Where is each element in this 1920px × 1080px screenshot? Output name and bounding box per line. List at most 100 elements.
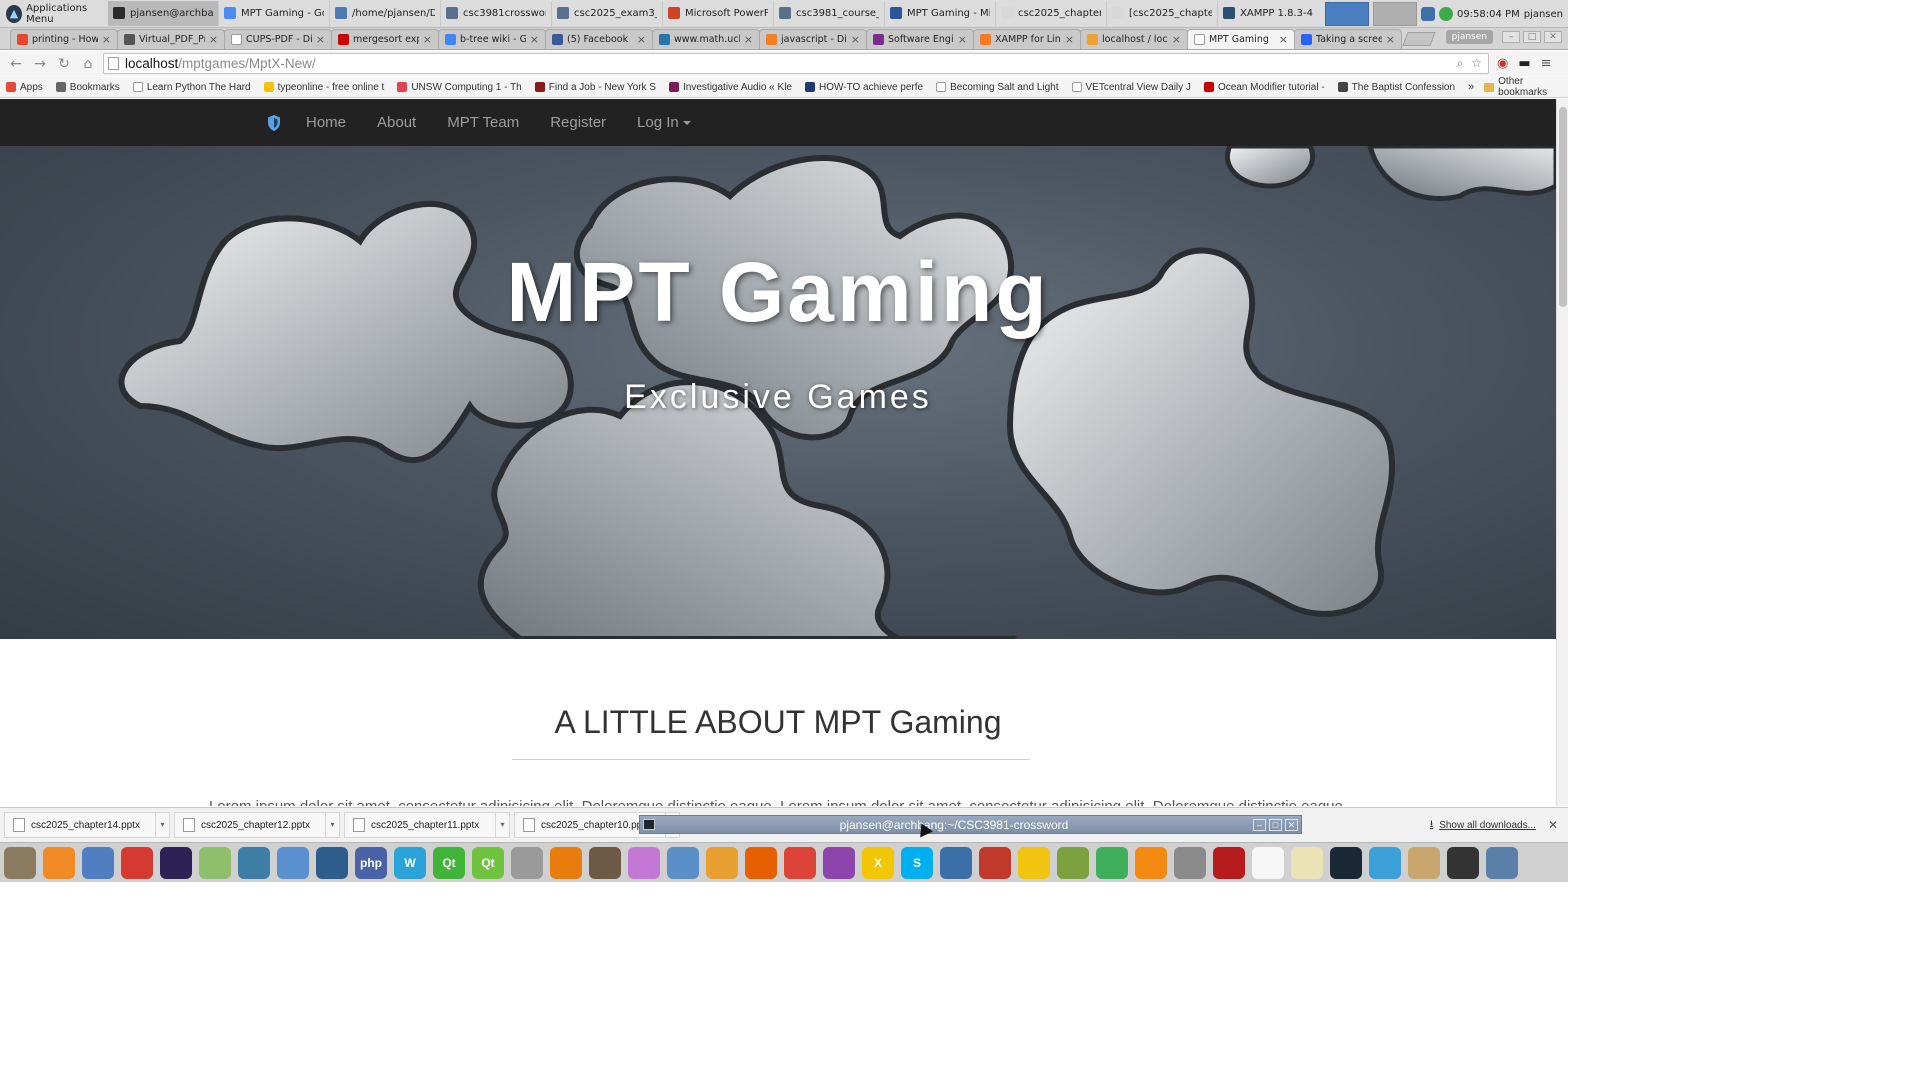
calculator-icon[interactable] (1486, 846, 1518, 879)
game-icon[interactable] (823, 846, 855, 879)
extension-red-icon[interactable]: ◉ (1497, 56, 1508, 71)
show-all-downloads-link[interactable]: ⭳ Show all downloads... (1430, 817, 1536, 834)
download-options-chevron-icon[interactable]: ▾ (155, 813, 169, 837)
pencil-icon[interactable] (706, 846, 738, 879)
applications-menu-button[interactable]: ▲ Applications Menu (0, 0, 108, 28)
taskbar-item[interactable]: MPT Gaming - Goo... (219, 0, 330, 26)
nav-login-dropdown[interactable]: Log In (637, 114, 691, 131)
color-picker-icon[interactable] (628, 846, 660, 879)
taskbar-item[interactable]: csc2025_chapter1... (996, 0, 1107, 26)
taskbar-item[interactable]: MPT Gaming - Micr... (885, 0, 996, 26)
terminal-close-icon[interactable]: ✕ (1285, 818, 1298, 831)
browser-tab[interactable]: MPT Gaming × (1187, 29, 1295, 49)
taskbar-item[interactable]: XAMPP 1.8.3-4 (1218, 0, 1329, 26)
chrome-menu-icon[interactable]: ≡ (1541, 56, 1552, 71)
swirl-icon[interactable] (277, 846, 309, 879)
x-icon[interactable]: X (862, 846, 894, 879)
dolphin-icon[interactable] (1369, 846, 1401, 879)
bookmark-item[interactable]: Find a Job - New York S (534, 82, 656, 93)
mysql-icon[interactable] (316, 846, 348, 879)
document-icon[interactable] (1252, 846, 1284, 879)
bookmark-item[interactable]: HOW-TO achieve perfe (804, 82, 923, 93)
firefox-icon[interactable] (745, 846, 777, 879)
bookmark-item[interactable]: Ocean Modifier tutorial - (1203, 82, 1325, 93)
bookmark-item[interactable]: UNSW Computing 1 - Th (397, 82, 522, 93)
pdf-icon[interactable] (1213, 846, 1245, 879)
download-item[interactable]: csc2025_chapter11.pptx ▾ (344, 812, 510, 838)
browser-tab[interactable]: Taking a screen × (1294, 29, 1402, 49)
more-bookmarks-chevron-icon[interactable]: » (1468, 81, 1474, 93)
fish-icon[interactable] (82, 846, 114, 879)
other-bookmarks-folder[interactable]: Other bookmarks (1484, 76, 1568, 98)
bookmark-item[interactable]: Investigative Audio « Kle (669, 82, 792, 93)
steam-icon[interactable] (1330, 846, 1362, 879)
vlc-icon[interactable] (1135, 846, 1167, 879)
tab-close-icon[interactable]: × (1065, 33, 1074, 46)
browser-tab[interactable]: printing - How d × (10, 29, 118, 49)
tab-close-icon[interactable]: × (1172, 33, 1181, 46)
workspace-1[interactable] (1324, 2, 1369, 26)
atom-icon[interactable] (199, 846, 231, 879)
taskbar-item[interactable]: /home/pjansen/Do... (330, 0, 441, 26)
qt-designer-icon[interactable]: Qt (472, 846, 504, 879)
nav-register-link[interactable]: Register (550, 114, 606, 131)
nav-home-link[interactable]: Home (306, 114, 346, 131)
archive-icon[interactable] (1408, 846, 1440, 879)
browser-tab[interactable]: Virtual_PDF_Pri × (117, 29, 225, 49)
monitor-icon[interactable] (1447, 846, 1479, 879)
network-icon[interactable] (1420, 7, 1435, 21)
mysql-workbench-icon[interactable] (238, 846, 270, 879)
headphones-icon[interactable] (1018, 846, 1050, 879)
profile-badge[interactable]: pjansen (1445, 30, 1493, 44)
browser-tab[interactable]: XAMPP for Linu × (973, 29, 1081, 49)
files-icon[interactable] (4, 846, 36, 879)
clock[interactable]: 09:58:04 PM (1457, 9, 1520, 20)
browser-tab[interactable]: javascript - Diffe × (759, 29, 867, 49)
zoom-icon[interactable]: ⌕ (1457, 56, 1464, 71)
minimize-icon[interactable]: – (1502, 31, 1520, 43)
nav-about-link[interactable]: About (377, 114, 416, 131)
bookmark-item[interactable]: typeonline - free online t (263, 82, 384, 93)
forward-icon[interactable]: → (28, 53, 52, 75)
taskbar-item[interactable]: pjansen@archbang... (108, 0, 219, 26)
browser-tab[interactable]: mergesort expli × (331, 29, 439, 49)
taskbar-item[interactable]: csc2025_exam3_s... (552, 0, 663, 26)
tab-close-icon[interactable]: × (209, 33, 218, 46)
bookmark-star-icon[interactable]: ☆ (1471, 56, 1482, 71)
nav-mpt-team-link[interactable]: MPT Team (447, 114, 519, 131)
download-options-chevron-icon[interactable]: ▾ (325, 813, 339, 837)
shield-icon[interactable] (266, 114, 282, 132)
acrobat-icon[interactable] (979, 846, 1011, 879)
terminal-gray-icon[interactable] (511, 846, 543, 879)
bookmark-item[interactable]: Becoming Salt and Light (936, 82, 1059, 93)
download-options-chevron-icon[interactable]: ▾ (495, 813, 509, 837)
workspace-2[interactable] (1372, 2, 1417, 26)
terminal-window-titlebar[interactable]: pjansen@archbang:~/CSC3981-crossword – □… (639, 815, 1302, 834)
bookmark-item[interactable]: The Baptist Confession (1337, 82, 1455, 93)
terminal-maximize-icon[interactable]: □ (1269, 818, 1282, 831)
browser-tab[interactable]: (5) Facebook × (545, 29, 653, 49)
browser-tab[interactable]: localhost / local × (1080, 29, 1188, 49)
download-item[interactable]: csc2025_chapter12.pptx ▾ (174, 812, 340, 838)
scrollbar-thumb[interactable] (1559, 107, 1567, 307)
bookmark-item[interactable]: VETcentral View Daily J (1071, 82, 1191, 93)
bookmark-item[interactable]: Apps (6, 82, 43, 93)
taskbar-item[interactable]: Microsoft PowerPoi... (663, 0, 774, 26)
tab-close-icon[interactable]: × (958, 33, 967, 46)
new-tab-button[interactable] (1402, 32, 1436, 46)
taskbar-item[interactable]: csc3981_course_p... (774, 0, 885, 26)
tab-close-icon[interactable]: × (530, 33, 539, 46)
tab-close-icon[interactable]: × (744, 33, 753, 46)
page-scrollbar[interactable] (1556, 99, 1568, 806)
eclipse-icon[interactable] (160, 846, 192, 879)
chrome-icon[interactable] (784, 846, 816, 879)
taskbar-item[interactable]: csc3981crossword... (441, 0, 552, 26)
php-icon[interactable]: php (355, 846, 387, 879)
steam-dl-icon[interactable] (940, 846, 972, 879)
bookmark-item[interactable]: Learn Python The Hard (132, 82, 251, 93)
maximize-icon[interactable]: □ (1523, 31, 1541, 43)
tab-close-icon[interactable]: × (1279, 33, 1288, 46)
update-icon[interactable] (1438, 7, 1453, 21)
address-bar[interactable]: localhost/mptgames/MptX-New/ ⌕ ☆ (103, 53, 1489, 74)
extension-glasses-icon[interactable]: ▬ (1518, 56, 1530, 71)
